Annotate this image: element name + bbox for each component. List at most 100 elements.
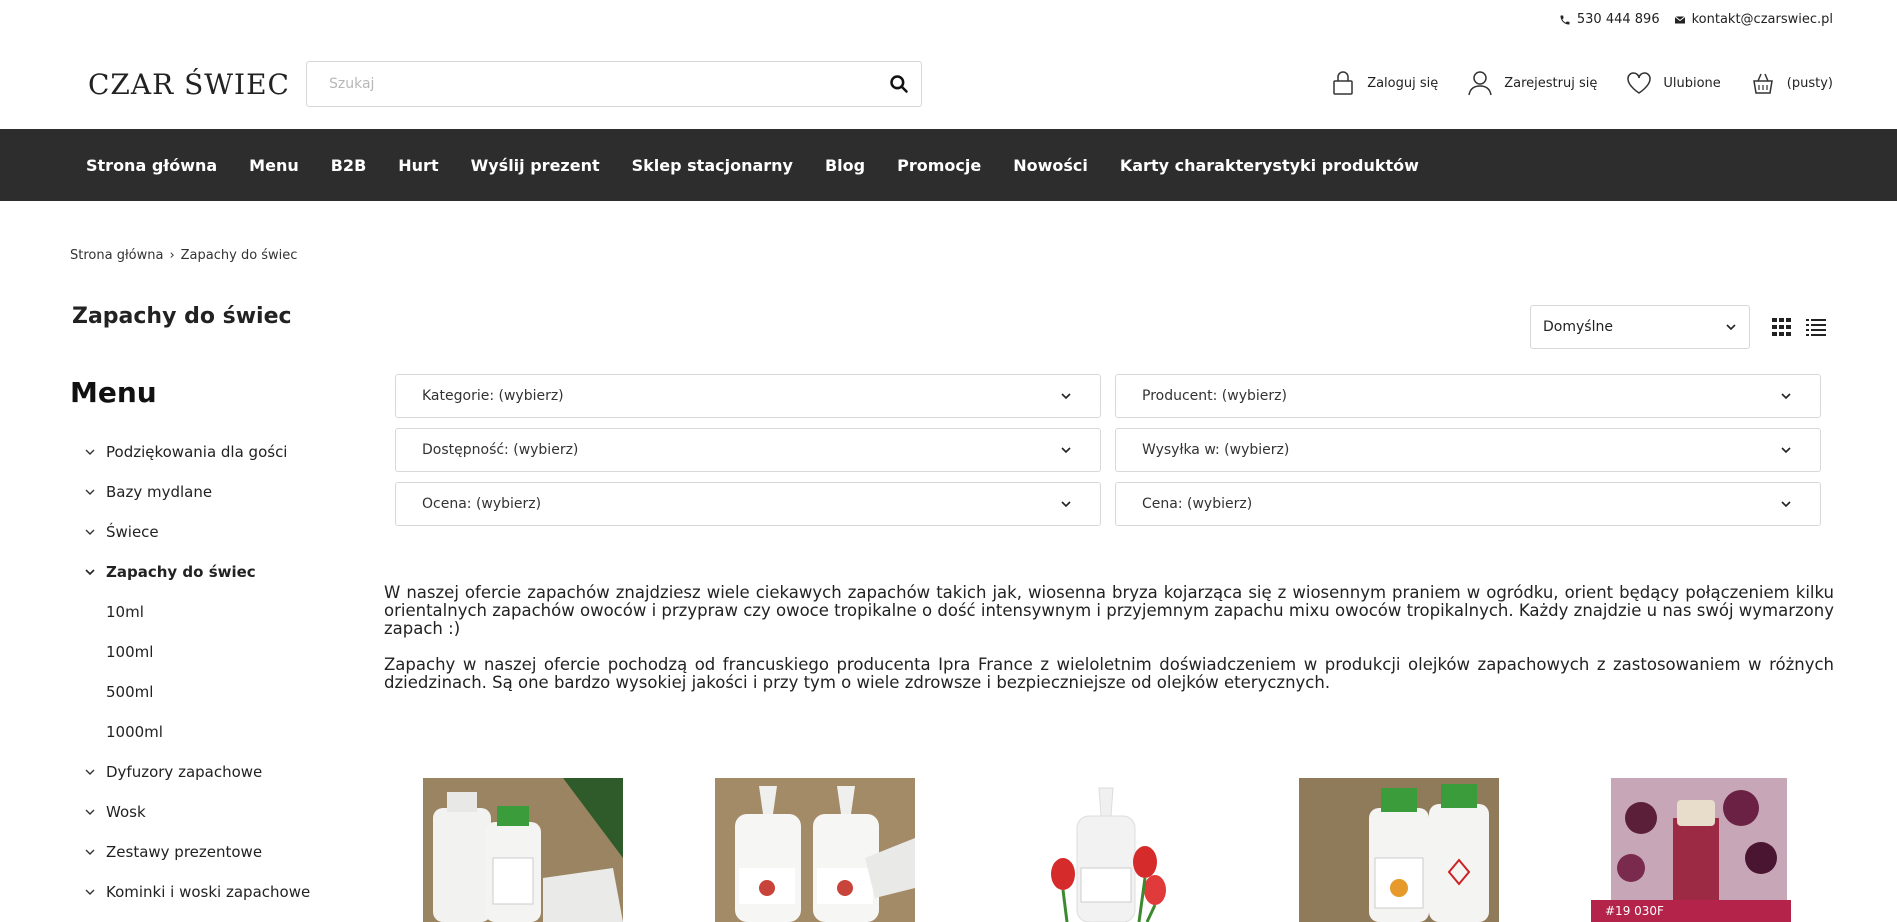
breadcrumb-separator: › [169, 248, 175, 263]
chevron-down-icon [1781, 393, 1791, 400]
sidebar-item-gift-sets[interactable]: Zestawy prezentowe [84, 832, 364, 872]
product-grid: #19 030F [384, 778, 1834, 922]
top-contact-bar: 530 444 896 kontakt@czarswiec.pl [0, 0, 1897, 40]
sidebar-title: Menu [70, 376, 157, 409]
mail-icon [1674, 15, 1685, 23]
search-bar [306, 61, 922, 107]
email-contact[interactable]: kontakt@czarswiec.pl [1674, 12, 1833, 27]
filter-producer[interactable]: Producent: (wybierz) [1115, 374, 1821, 418]
contact-info: 530 444 896 kontakt@czarswiec.pl [1559, 12, 1833, 27]
product-image[interactable] [715, 778, 915, 922]
chevron-down-icon [85, 489, 95, 495]
login-label: Zaloguj się [1367, 75, 1439, 91]
list-view-icon[interactable] [1806, 318, 1826, 336]
view-toggle [1772, 318, 1826, 336]
product-image[interactable]: #19 030F [1591, 778, 1791, 922]
sidebar-subitem-1000ml[interactable]: 1000ml [84, 712, 364, 752]
breadcrumb-home[interactable]: Strona główna [70, 248, 163, 263]
user-actions: Zaloguj się Zarejestruj się Ulubione (pu… [1329, 69, 1833, 97]
filter-price[interactable]: Cena: (wybierz) [1115, 482, 1821, 526]
chevron-down-icon [1781, 501, 1791, 508]
filter-availability[interactable]: Dostępność: (wybierz) [395, 428, 1101, 472]
chevron-down-icon [85, 889, 95, 895]
user-icon [1468, 71, 1492, 96]
nav-item-b2b[interactable]: B2B [331, 156, 367, 175]
chevron-down-icon [85, 529, 95, 535]
product-image[interactable] [1007, 778, 1207, 922]
nav-item-store[interactable]: Sklep stacjonarny [632, 156, 793, 175]
sort-select[interactable]: Domyślne [1530, 305, 1750, 349]
description-paragraph: W naszej ofercie zapachów znajdziesz wie… [384, 583, 1834, 638]
sidebar-item-soap-bases[interactable]: Bazy mydlane [84, 472, 364, 512]
nav-item-send-gift[interactable]: Wyślij prezent [471, 156, 600, 175]
nav-item-menu[interactable]: Menu [249, 156, 299, 175]
nav-item-promotions[interactable]: Promocje [897, 156, 981, 175]
favorites-link[interactable]: Ulubione [1625, 69, 1721, 97]
search-input[interactable] [307, 62, 877, 106]
sidebar-item-wax[interactable]: Wosk [84, 792, 364, 832]
chevron-down-icon [1061, 393, 1071, 400]
nav-item-wholesale[interactable]: Hurt [398, 156, 438, 175]
chevron-down-icon [85, 849, 95, 855]
cart-link[interactable]: (pusty) [1749, 69, 1833, 97]
filter-label: Kategorie: (wybierz) [422, 388, 564, 404]
sidebar-item-label: Zapachy do świec [106, 563, 256, 581]
chevron-down-icon [85, 769, 95, 775]
product-code-badge: #19 030F [1591, 900, 1791, 922]
sidebar-item-label: Zestawy prezentowe [106, 843, 263, 861]
product-photo [715, 778, 915, 922]
breadcrumb-current: Zapachy do świec [180, 248, 298, 263]
lock-icon [1333, 71, 1353, 95]
sidebar-item-label: 10ml [106, 603, 144, 621]
filter-label: Dostępność: (wybierz) [422, 442, 579, 458]
chevron-down-icon [1781, 447, 1791, 454]
sidebar-subitem-500ml[interactable]: 500ml [84, 672, 364, 712]
basket-icon [1752, 73, 1773, 94]
sidebar-item-label: 100ml [106, 643, 154, 661]
sidebar-subitem-100ml[interactable]: 100ml [84, 632, 364, 672]
filter-label: Wysyłka w: (wybierz) [1142, 442, 1290, 458]
sidebar-item-candles[interactable]: Świece [84, 512, 364, 552]
site-header: CZAR ŚWIEC Zaloguj się Zarejestruj się U… [0, 40, 1897, 128]
sort-selected: Domyślne [1543, 319, 1613, 335]
product-image[interactable] [423, 778, 623, 922]
chevron-down-icon [1726, 324, 1736, 331]
filter-rating[interactable]: Ocena: (wybierz) [395, 482, 1101, 526]
site-logo[interactable]: CZAR ŚWIEC [88, 68, 290, 101]
filter-label: Cena: (wybierz) [1142, 496, 1253, 512]
nav-item-safety-sheets[interactable]: Karty charakterystyki produktów [1120, 156, 1419, 175]
filter-label: Producent: (wybierz) [1142, 388, 1287, 404]
sidebar-item-guest-gifts[interactable]: Podziękowania dla gości [84, 432, 364, 472]
phone-contact[interactable]: 530 444 896 [1559, 12, 1660, 27]
filter-shipping[interactable]: Wysyłka w: (wybierz) [1115, 428, 1821, 472]
cart-status: (pusty) [1786, 75, 1833, 91]
sidebar-item-diffusers[interactable]: Dyfuzory zapachowe [84, 752, 364, 792]
sidebar-subitem-10ml[interactable]: 10ml [84, 592, 364, 632]
phone-number: 530 444 896 [1576, 12, 1660, 27]
register-link[interactable]: Zarejestruj się [1466, 69, 1597, 97]
register-label: Zarejestruj się [1504, 75, 1598, 91]
product-photo [423, 778, 623, 922]
favorites-label: Ulubione [1663, 75, 1721, 91]
grid-view-icon[interactable] [1772, 318, 1792, 336]
main-navigation: Strona główna Menu B2B Hurt Wyślij preze… [0, 129, 1897, 201]
page-title: Zapachy do świec [72, 304, 292, 329]
search-button[interactable] [877, 62, 921, 106]
sidebar-item-label: Kominki i woski zapachowe [106, 883, 311, 901]
nav-item-blog[interactable]: Blog [825, 156, 865, 175]
sidebar-item-candle-scents[interactable]: Zapachy do świec [84, 552, 364, 592]
search-icon [890, 75, 908, 93]
sidebar-item-label: 500ml [106, 683, 154, 701]
nav-item-new[interactable]: Nowości [1013, 156, 1088, 175]
nav-item-home[interactable]: Strona główna [86, 156, 217, 175]
breadcrumb: Strona główna › Zapachy do świec [70, 248, 297, 263]
sidebar-item-label: Bazy mydlane [106, 483, 213, 501]
product-photo [1299, 778, 1499, 922]
product-photo [1007, 778, 1207, 922]
description-paragraph: Zapachy w naszej ofercie pochodzą od fra… [384, 655, 1834, 692]
login-link[interactable]: Zaloguj się [1329, 69, 1438, 97]
filter-category[interactable]: Kategorie: (wybierz) [395, 374, 1101, 418]
sidebar-item-burners-wax-melts[interactable]: Kominki i woski zapachowe [84, 872, 364, 912]
product-image[interactable] [1299, 778, 1499, 922]
sidebar-item-label: Podziękowania dla gości [106, 443, 288, 461]
